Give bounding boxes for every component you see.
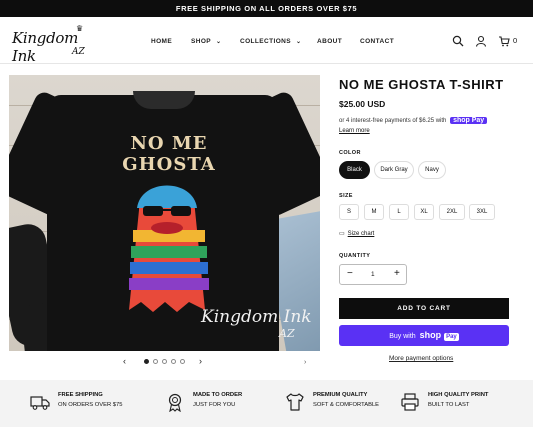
size-option-3xl[interactable]: 3XL xyxy=(469,204,495,220)
truck-icon xyxy=(30,396,50,410)
watermark-text: Kingdom Ink xyxy=(201,307,312,327)
cart-icon[interactable] xyxy=(498,35,510,47)
watermark-subtext: AZ xyxy=(279,327,295,340)
features-bar: FREE SHIPPING ON ORDERS OVER $75 MADE TO… xyxy=(0,380,533,427)
shop-logo: shop xyxy=(419,330,442,340)
product-image[interactable]: NO ME GHOSTA Kingdom Ink AZ xyxy=(9,75,320,351)
carousel-dot[interactable] xyxy=(162,359,167,364)
feature-subtitle: ON ORDERS OVER $75 xyxy=(58,402,123,408)
size-option-2xl[interactable]: 2XL xyxy=(439,204,465,220)
chevron-right-icon[interactable]: › xyxy=(199,356,202,366)
tshirt-icon xyxy=(286,393,304,411)
installments-note: or 4 interest-free payments of $6.25 wit… xyxy=(339,117,488,124)
color-option-black[interactable]: Black xyxy=(339,161,370,179)
feature-title: FREE SHIPPING xyxy=(58,392,103,398)
nav-collections[interactable]: COLLECTIONS ⌄ xyxy=(240,38,301,45)
chevron-down-icon: ⌄ xyxy=(295,39,302,45)
buy-now-label: Buy with xyxy=(389,333,416,340)
ruler-icon: ▭ xyxy=(339,231,345,237)
account-icon[interactable] xyxy=(475,35,487,47)
ghost-graphic xyxy=(129,185,209,312)
chevron-right-icon: › xyxy=(304,359,307,366)
nav-collections-label: COLLECTIONS xyxy=(240,38,291,45)
feature-title: MADE TO ORDER xyxy=(193,392,243,398)
ribbon-icon xyxy=(168,393,182,412)
pay-logo: Pay xyxy=(444,333,459,341)
site-header: ♛ Kingdom Ink AZ HOME SHOP ⌄ COLLECTIONS ⌄… xyxy=(0,17,533,65)
feature-subtitle: BUILT TO LAST xyxy=(428,402,470,408)
feature-subtitle: SOFT & COMFORTABLE xyxy=(313,402,380,408)
quantity-value[interactable]: 1 xyxy=(371,271,375,278)
minus-icon[interactable]: − xyxy=(347,268,353,279)
more-payment-options-link[interactable]: More payment options xyxy=(389,355,453,362)
nav-contact[interactable]: CONTACT xyxy=(360,38,394,45)
installments-text: or 4 interest-free payments of $6.25 wit… xyxy=(339,118,447,124)
color-option-navy[interactable]: Navy xyxy=(418,161,446,179)
nav-about[interactable]: ABOUT xyxy=(317,38,342,45)
site-logo[interactable]: ♛ Kingdom Ink AZ xyxy=(12,24,102,65)
feature-title: HIGH QUALITY PRINT xyxy=(428,392,489,398)
add-to-cart-button[interactable]: ADD TO CART xyxy=(339,298,509,319)
nav-shop-label: SHOP xyxy=(191,38,212,45)
search-icon[interactable] xyxy=(452,35,464,47)
size-option-l[interactable]: L xyxy=(389,204,409,220)
carousel-dot[interactable] xyxy=(153,359,158,364)
learn-more-link[interactable]: Learn more xyxy=(339,128,370,134)
color-option-dark-gray[interactable]: Dark Gray xyxy=(374,161,414,179)
shop-pay-badge[interactable]: shop Pay xyxy=(450,117,488,124)
chevron-left-icon[interactable]: ‹ xyxy=(123,356,126,366)
size-option-xl[interactable]: XL xyxy=(414,204,434,220)
feature-title: PREMIUM QUALITY xyxy=(313,392,368,398)
nav-home[interactable]: HOME xyxy=(151,38,172,45)
logo-subtext: AZ xyxy=(72,47,85,57)
product-title: NO ME GHOSTA T-SHIRT xyxy=(339,77,504,92)
product-price: $25.00 USD xyxy=(339,99,386,109)
color-label: COLOR xyxy=(339,150,361,156)
carousel-dot[interactable] xyxy=(171,359,176,364)
quantity-label: QUANTITY xyxy=(339,253,371,259)
logo-text: Kingdom Ink xyxy=(12,29,79,65)
shirt-collar xyxy=(133,91,195,109)
feature-subtitle: JUST FOR YOU xyxy=(193,402,236,408)
quantity-stepper: − 1 + xyxy=(339,264,407,285)
size-option-m[interactable]: M xyxy=(364,204,384,220)
buy-with-shop-pay-button[interactable]: Buy with shop Pay xyxy=(339,325,509,346)
announcement-bar: FREE SHIPPING ON ALL ORDERS OVER $75 xyxy=(0,0,533,17)
carousel-dot[interactable] xyxy=(144,359,149,364)
size-label: SIZE xyxy=(339,193,353,199)
size-chart-link[interactable]: ▭ Size chart xyxy=(339,230,374,237)
shirt-print-text: NO ME GHOSTA xyxy=(122,133,216,175)
carousel-dot[interactable] xyxy=(180,359,185,364)
nav-shop[interactable]: SHOP ⌄ xyxy=(191,38,221,45)
image-carousel-controls: ‹ › xyxy=(120,356,210,368)
printer-icon xyxy=(401,393,419,411)
size-option-s[interactable]: S xyxy=(339,204,359,220)
plus-icon[interactable]: + xyxy=(394,268,400,279)
cart-count: 0 xyxy=(513,36,518,45)
chevron-down-icon: ⌄ xyxy=(216,39,222,45)
size-chart-label: Size chart xyxy=(347,231,375,237)
